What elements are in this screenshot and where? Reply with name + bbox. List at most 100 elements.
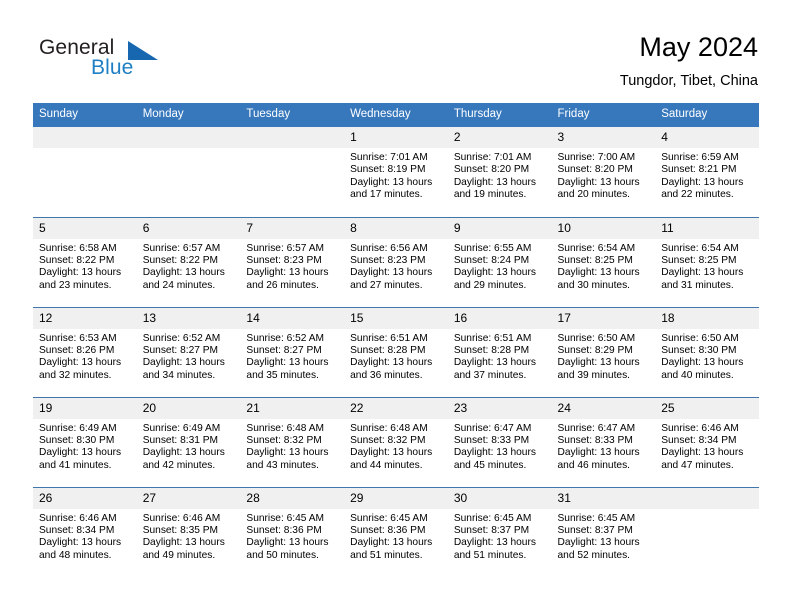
day-astronomy-info: Sunrise: 6:45 AM Sunset: 8:37 PM Daylight:… xyxy=(448,509,552,563)
daylight-duration: Daylight: 13 hours and 34 minutes. xyxy=(142,357,225,381)
daylight-duration: Daylight: 13 hours and 48 minutes. xyxy=(39,537,122,561)
calendar-day-cell[interactable]: 12 Sunrise: 6:53 AM Sunset: 8:26 PM Dayligh… xyxy=(33,306,137,397)
weekday-header-saturday: Saturday xyxy=(655,103,759,127)
calendar-day-cell[interactable]: 30 Sunrise: 6:45 AM Sunset: 8:37 PM Dayligh… xyxy=(447,486,552,577)
sunrise-time: Sunrise: 6:50 AM xyxy=(661,332,739,344)
calendar-day-cell[interactable]: 24 Sunrise: 6:47 AM Sunset: 8:33 PM Dayligh… xyxy=(551,396,656,487)
day-astronomy-info: Sunrise: 6:59 AM Sunset: 8:21 PM Daylight:… xyxy=(655,148,759,202)
sunrise-time: Sunrise: 6:45 AM xyxy=(453,512,532,524)
weekday-header-sunday: Sunday xyxy=(33,103,137,127)
day-astronomy-info: Sunrise: 6:55 AM Sunset: 8:24 PM Daylight:… xyxy=(448,239,552,293)
calendar-day-cell[interactable]: 21 Sunrise: 6:48 AM Sunset: 8:32 PM Dayligh… xyxy=(240,396,345,487)
calendar-day-cell[interactable]: 3 Sunrise: 7:00 AM Sunset: 8:20 PM Daylight… xyxy=(551,127,656,217)
daylight-duration: Daylight: 13 hours and 52 minutes. xyxy=(557,537,640,561)
page-header: General Blue May 2024 Tungdor, Tibet, Ch… xyxy=(0,0,792,100)
calendar-day-cell[interactable]: 6 Sunrise: 6:57 AM Sunset: 8:22 PM Daylight… xyxy=(136,216,241,307)
calendar-day-cell[interactable]: 10 Sunrise: 6:54 AM Sunset: 8:25 PM Dayligh… xyxy=(551,216,656,307)
calendar-day-cell-empty xyxy=(240,127,345,217)
day-astronomy-info: Sunrise: 7:00 AM Sunset: 8:20 PM Daylight:… xyxy=(552,148,656,202)
calendar-day-cell[interactable]: 22 Sunrise: 6:48 AM Sunset: 8:32 PM Dayligh… xyxy=(344,396,448,487)
daylight-duration: Daylight: 13 hours and 20 minutes. xyxy=(557,176,640,201)
location-subtitle: Tungdor, Tibet, China xyxy=(619,73,758,89)
sunset-time: Sunset: 8:35 PM xyxy=(142,524,219,536)
calendar-day-cell[interactable]: 26 Sunrise: 6:46 AM Sunset: 8:34 PM Dayligh… xyxy=(33,486,137,577)
day-number: 2 xyxy=(447,127,552,148)
calendar-day-cell[interactable]: 7 Sunrise: 6:57 AM Sunset: 8:23 PM Daylight… xyxy=(240,216,345,307)
daylight-duration: Daylight: 13 hours and 19 minutes. xyxy=(453,176,536,201)
day-number: 1 xyxy=(344,127,448,148)
calendar-day-cell[interactable]: 19 Sunrise: 6:49 AM Sunset: 8:30 PM Dayligh… xyxy=(33,396,137,487)
sunset-time: Sunset: 8:21 PM xyxy=(661,164,737,176)
day-astronomy-info: Sunrise: 7:01 AM Sunset: 8:19 PM Daylight:… xyxy=(344,148,448,202)
daylight-duration: Daylight: 13 hours and 45 minutes. xyxy=(453,447,536,471)
daylight-duration: Daylight: 13 hours and 22 minutes. xyxy=(661,176,744,201)
calendar-day-cell[interactable]: 25 Sunrise: 6:46 AM Sunset: 8:34 PM Dayligh… xyxy=(655,396,759,487)
calendar-day-cell[interactable]: 27 Sunrise: 6:46 AM Sunset: 8:35 PM Dayligh… xyxy=(136,486,241,577)
day-astronomy-info: Sunrise: 6:47 AM Sunset: 8:33 PM Daylight:… xyxy=(552,419,656,473)
day-astronomy-info: Sunrise: 6:51 AM Sunset: 8:28 PM Daylight:… xyxy=(448,329,552,383)
weekday-header-monday: Monday xyxy=(136,103,241,127)
calendar-day-cell[interactable]: 20 Sunrise: 6:49 AM Sunset: 8:31 PM Dayligh… xyxy=(136,396,241,487)
calendar-week-row: 5 Sunrise: 6:58 AM Sunset: 8:22 PM Daylight… xyxy=(33,216,759,307)
day-astronomy-info: Sunrise: 6:46 AM Sunset: 8:34 PM Daylight:… xyxy=(33,509,137,563)
day-astronomy-info: Sunrise: 6:52 AM Sunset: 8:27 PM Daylight:… xyxy=(240,329,344,383)
sunrise-time: Sunrise: 6:45 AM xyxy=(557,512,636,524)
day-astronomy-info: Sunrise: 6:54 AM Sunset: 8:25 PM Daylight:… xyxy=(655,239,759,293)
day-number: 4 xyxy=(655,127,759,148)
calendar-day-cell[interactable]: 2 Sunrise: 7:01 AM Sunset: 8:20 PM Daylight… xyxy=(447,127,552,217)
weekday-header-thursday: Thursday xyxy=(447,103,552,127)
sunset-time: Sunset: 8:23 PM xyxy=(350,254,426,266)
sunset-time: Sunset: 8:19 PM xyxy=(350,164,426,176)
day-astronomy-info: Sunrise: 6:52 AM Sunset: 8:27 PM Daylight:… xyxy=(137,329,241,383)
day-number: 6 xyxy=(136,217,241,239)
calendar-day-cell[interactable]: 5 Sunrise: 6:58 AM Sunset: 8:22 PM Daylight… xyxy=(33,216,137,307)
day-number: 28 xyxy=(240,487,345,509)
sunrise-time: Sunrise: 6:54 AM xyxy=(557,242,636,254)
calendar-day-cell[interactable]: 14 Sunrise: 6:52 AM Sunset: 8:27 PM Dayligh… xyxy=(240,306,345,397)
day-number: 24 xyxy=(551,397,656,419)
day-astronomy-info: Sunrise: 6:47 AM Sunset: 8:33 PM Daylight:… xyxy=(448,419,552,473)
calendar-day-cell[interactable]: 8 Sunrise: 6:56 AM Sunset: 8:23 PM Daylight… xyxy=(344,216,448,307)
sunset-time: Sunset: 8:22 PM xyxy=(142,254,219,266)
sunset-time: Sunset: 8:37 PM xyxy=(557,524,633,536)
sunset-time: Sunset: 8:22 PM xyxy=(39,254,115,266)
calendar-day-cell[interactable]: 23 Sunrise: 6:47 AM Sunset: 8:33 PM Dayligh… xyxy=(447,396,552,487)
calendar-day-cell[interactable]: 11 Sunrise: 6:54 AM Sunset: 8:25 PM Dayligh… xyxy=(655,216,759,307)
calendar-week-row: 1 Sunrise: 7:01 AM Sunset: 8:19 PM Daylight… xyxy=(33,127,759,217)
calendar-body: 1 Sunrise: 7:01 AM Sunset: 8:19 PM Daylight… xyxy=(33,127,759,577)
day-number: 13 xyxy=(136,307,241,329)
day-number: 12 xyxy=(33,307,137,329)
calendar-day-cell[interactable]: 18 Sunrise: 6:50 AM Sunset: 8:30 PM Dayligh… xyxy=(655,306,759,397)
calendar-day-cell[interactable]: 1 Sunrise: 7:01 AM Sunset: 8:19 PM Daylight… xyxy=(344,127,448,217)
page-title: May 2024 xyxy=(639,32,758,62)
daylight-duration: Daylight: 13 hours and 43 minutes. xyxy=(246,447,329,471)
calendar-day-cell[interactable]: 29 Sunrise: 6:45 AM Sunset: 8:36 PM Dayligh… xyxy=(344,486,448,577)
day-astronomy-info: Sunrise: 6:48 AM Sunset: 8:32 PM Daylight:… xyxy=(240,419,344,473)
calendar-day-cell[interactable]: 28 Sunrise: 6:45 AM Sunset: 8:36 PM Dayligh… xyxy=(240,486,345,577)
calendar-week-row: 12 Sunrise: 6:53 AM Sunset: 8:26 PM Dayligh… xyxy=(33,306,759,397)
calendar-day-cell-empty xyxy=(33,127,137,217)
day-astronomy-info: Sunrise: 6:45 AM Sunset: 8:36 PM Daylight:… xyxy=(240,509,344,563)
sunrise-time: Sunrise: 6:52 AM xyxy=(246,332,324,344)
daylight-duration: Daylight: 13 hours and 26 minutes. xyxy=(246,267,329,291)
daylight-duration: Daylight: 13 hours and 50 minutes. xyxy=(246,537,329,561)
sunset-time: Sunset: 8:37 PM xyxy=(453,524,530,536)
sunrise-time: Sunrise: 6:47 AM xyxy=(453,422,532,434)
day-number: 5 xyxy=(33,217,137,239)
calendar-day-cell[interactable]: 17 Sunrise: 6:50 AM Sunset: 8:29 PM Dayligh… xyxy=(551,306,656,397)
day-astronomy-info: Sunrise: 6:53 AM Sunset: 8:26 PM Daylight:… xyxy=(33,329,137,383)
general-blue-logo: General Blue xyxy=(33,36,233,92)
sunrise-time: Sunrise: 6:55 AM xyxy=(453,242,532,254)
sunset-time: Sunset: 8:33 PM xyxy=(557,434,633,446)
day-number xyxy=(136,127,241,148)
calendar-day-cell[interactable]: 4 Sunrise: 6:59 AM Sunset: 8:21 PM Daylight… xyxy=(655,127,759,217)
calendar-day-cell[interactable]: 13 Sunrise: 6:52 AM Sunset: 8:27 PM Dayligh… xyxy=(136,306,241,397)
calendar-day-cell[interactable]: 9 Sunrise: 6:55 AM Sunset: 8:24 PM Daylight… xyxy=(447,216,552,307)
calendar-day-cell[interactable]: 31 Sunrise: 6:45 AM Sunset: 8:37 PM Dayligh… xyxy=(551,486,656,577)
sunrise-time: Sunrise: 6:46 AM xyxy=(661,422,739,434)
day-astronomy-info: Sunrise: 6:54 AM Sunset: 8:25 PM Daylight:… xyxy=(552,239,656,293)
calendar-day-cell[interactable]: 16 Sunrise: 6:51 AM Sunset: 8:28 PM Dayligh… xyxy=(447,306,552,397)
calendar-day-cell[interactable]: 15 Sunrise: 6:51 AM Sunset: 8:28 PM Dayligh… xyxy=(344,306,448,397)
day-astronomy-info: Sunrise: 6:45 AM Sunset: 8:37 PM Daylight:… xyxy=(552,509,656,563)
sunrise-time: Sunrise: 6:49 AM xyxy=(39,422,117,434)
